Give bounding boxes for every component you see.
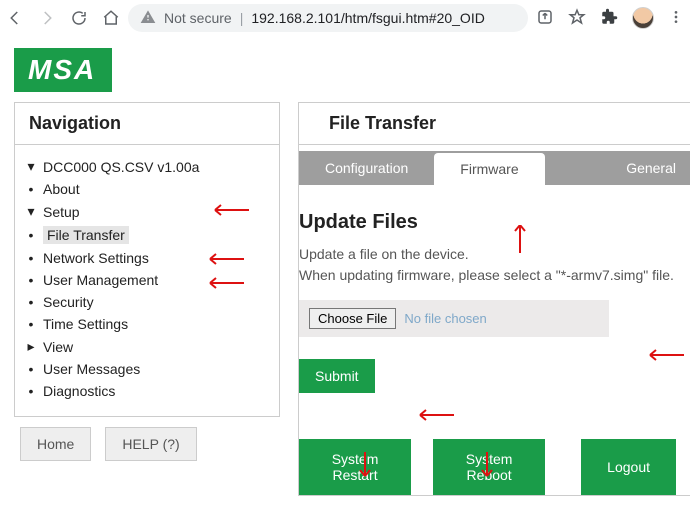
navigation-title: Navigation — [15, 103, 279, 145]
update-line2: When updating firmware, please select a … — [299, 265, 676, 286]
no-file-chosen-label: No file chosen — [404, 311, 486, 326]
update-line1: Update a file on the device. — [299, 244, 676, 265]
nav-root[interactable]: ▾DCC000 QS.CSV v1.00a — [25, 158, 273, 175]
home-button[interactable]: Home — [20, 427, 91, 461]
system-restart-button[interactable]: System Restart — [299, 439, 411, 495]
menu-icon[interactable] — [668, 9, 684, 28]
bullet-icon: • — [25, 250, 37, 266]
content-panel: File Transfer Configuration Firmware Gen… — [298, 102, 690, 496]
bullet-icon: • — [25, 272, 37, 288]
star-icon[interactable] — [568, 8, 586, 29]
nav-security[interactable]: •Security — [25, 294, 273, 310]
content-title: File Transfer — [299, 103, 690, 145]
nav-user-management[interactable]: •User Management — [25, 272, 273, 288]
submit-button[interactable]: Submit — [299, 359, 375, 393]
chevron-down-icon: ▾ — [25, 158, 37, 175]
tab-firmware[interactable]: Firmware — [434, 153, 544, 185]
system-reboot-button[interactable]: System Reboot — [433, 439, 545, 495]
update-files-heading: Update Files — [299, 211, 676, 234]
file-input[interactable]: Choose File No file chosen — [299, 300, 609, 337]
chevron-down-icon: ▾ — [25, 203, 37, 220]
not-secure-label: Not secure — [164, 10, 232, 26]
address-bar[interactable]: Not secure | 192.168.2.101/htm/fsgui.htm… — [128, 4, 528, 32]
browser-chrome: Not secure | 192.168.2.101/htm/fsgui.htm… — [0, 0, 690, 36]
home-icon[interactable] — [102, 9, 120, 27]
choose-file-button[interactable]: Choose File — [309, 308, 396, 329]
nav-about[interactable]: •About — [25, 181, 273, 197]
bullet-icon: • — [25, 227, 37, 243]
bullet-icon: • — [25, 361, 37, 377]
nav-network-settings[interactable]: •Network Settings — [25, 250, 273, 266]
warning-icon — [140, 9, 156, 28]
bullet-icon: • — [25, 383, 37, 399]
logout-button[interactable]: Logout — [581, 439, 676, 495]
msa-logo: MSA — [14, 48, 112, 92]
back-icon[interactable] — [6, 9, 24, 27]
url-text: 192.168.2.101/htm/fsgui.htm#20_OID — [251, 10, 484, 26]
extensions-icon[interactable] — [600, 8, 618, 29]
nav-time-settings[interactable]: •Time Settings — [25, 316, 273, 332]
reload-icon[interactable] — [70, 9, 88, 27]
chevron-right-icon: ▸ — [25, 338, 37, 355]
forward-icon[interactable] — [38, 9, 56, 27]
navigation-panel: Navigation ▾DCC000 QS.CSV v1.00a •About … — [14, 102, 280, 417]
separator: | — [240, 10, 244, 26]
share-icon[interactable] — [536, 8, 554, 29]
nav-diagnostics[interactable]: •Diagnostics — [25, 383, 273, 399]
nav-setup[interactable]: ▾Setup — [25, 203, 273, 220]
bullet-icon: • — [25, 181, 37, 197]
nav-file-transfer[interactable]: •File Transfer — [25, 226, 273, 244]
nav-user-messages[interactable]: •User Messages — [25, 361, 273, 377]
nav-view[interactable]: ▸View — [25, 338, 273, 355]
bullet-icon: • — [25, 316, 37, 332]
tabs: Configuration Firmware General — [299, 151, 690, 185]
tab-general[interactable]: General — [596, 151, 690, 185]
tab-configuration[interactable]: Configuration — [299, 151, 434, 185]
avatar[interactable] — [632, 7, 654, 29]
help-button[interactable]: HELP (?) — [105, 427, 196, 461]
bullet-icon: • — [25, 294, 37, 310]
